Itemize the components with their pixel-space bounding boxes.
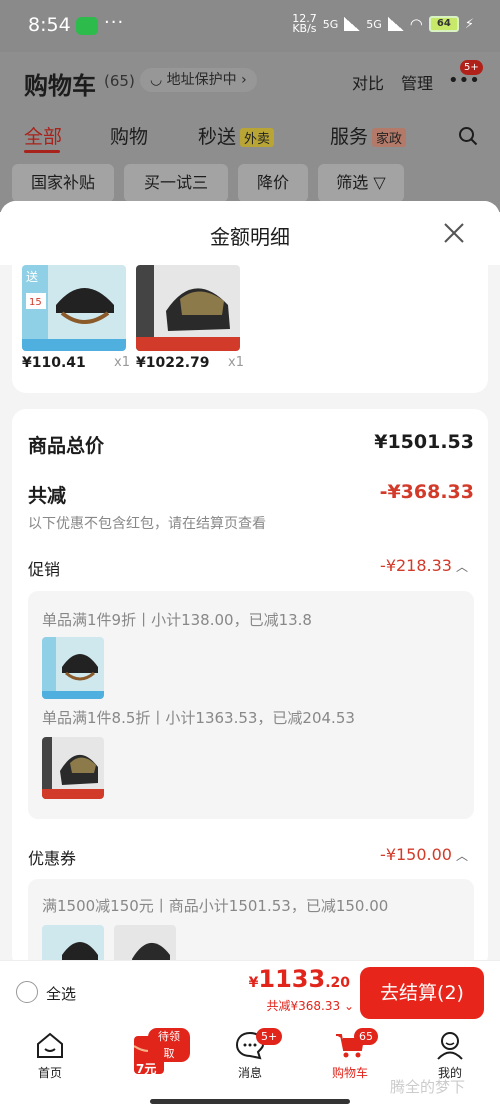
filter-chips: 国家补贴 买一试三 降价 筛选 ▽	[0, 164, 500, 202]
helmet-thumbnail[interactable]	[42, 925, 104, 961]
profile-icon	[437, 1032, 463, 1060]
total-price: ¥1133.20	[248, 965, 350, 993]
chip-buy-one-try-three[interactable]: 买一试三	[124, 164, 228, 202]
promotion-label: 促销	[28, 560, 61, 579]
address-protection-pill[interactable]: ◡ 地址保护中 ›	[140, 68, 257, 92]
tab-all[interactable]: 全部	[24, 122, 62, 149]
more-notifications-icon: ···	[104, 12, 125, 33]
wechat-icon	[76, 17, 98, 35]
coupon-line: 满1500减150元丨商品小计1501.53，已减150.00	[42, 897, 389, 915]
helmet-thumbnail[interactable]	[42, 637, 104, 699]
amount-detail-card: 商品总价 ¥1501.53 共减 -¥368.33 以下优惠不包含红包，请在结算…	[12, 409, 488, 961]
chevron-up-icon: ︿	[455, 560, 468, 574]
total-label: 商品总价	[28, 435, 105, 457]
signal-label-2: 5G	[366, 17, 382, 31]
helmet-thumbnail[interactable]	[42, 737, 104, 799]
cart-count: (65)	[104, 72, 135, 90]
search-icon[interactable]	[458, 126, 478, 146]
tab-service[interactable]: 服务 家政	[330, 122, 407, 149]
charging-icon: ⚡	[464, 16, 474, 32]
checkout-button[interactable]: 去结算(2)	[360, 967, 484, 1019]
chip-price-drop[interactable]: 降价	[238, 164, 308, 202]
bottom-tab-bar: 首页 7元 待领取 5+ 消息 65 购物车 我的	[0, 1024, 500, 1084]
promotion-line: 单品满1件8.5折丨小计1363.53，已减204.53	[42, 709, 355, 727]
sheet-header: 金额明细	[0, 201, 500, 265]
signal-label-1: 5G	[322, 17, 339, 31]
shield-icon: ◡	[150, 72, 163, 88]
tabbar-cart[interactable]: 65 购物车	[310, 1024, 390, 1084]
more-badge: 5+	[460, 60, 483, 75]
status-bar: 8:54 ··· 12.7 KB/s 5G 5G ◠ 64 ⚡	[0, 0, 500, 52]
svg-text:送: 送	[26, 269, 38, 284]
coupon-details: 满1500减150元丨商品小计1501.53，已减150.00	[28, 879, 474, 961]
signal-icon-2	[387, 17, 404, 31]
chevron-up-icon: ︿	[455, 849, 468, 863]
close-icon[interactable]	[442, 221, 466, 245]
tab-shopping[interactable]: 购物	[110, 122, 148, 149]
signal-icon	[344, 17, 361, 31]
home-indicator[interactable]	[150, 1099, 350, 1104]
helmet-image	[136, 265, 240, 351]
product-qty: x1	[114, 355, 130, 370]
wifi-icon: ◠	[409, 15, 423, 33]
amount-detail-sheet: 金额明细 送 15 ¥110.41 x1 ¥1022.79 x1 商品总价 ¥1…	[0, 201, 500, 961]
product-price: ¥110.41	[22, 355, 86, 371]
chip-national-subsidy[interactable]: 国家补贴	[12, 164, 114, 202]
compare-button[interactable]: 对比	[352, 70, 384, 94]
message-badge: 5+	[256, 1028, 283, 1045]
promotion-details: 单品满1件9折丨小计138.00，已减13.8 单品满1件8.5折丨小计1363…	[28, 591, 474, 819]
tabbar-me[interactable]: 我的	[410, 1024, 490, 1084]
coupon-value[interactable]: -¥150.00 ︿	[380, 845, 468, 864]
cart-tabs: 全部 购物 秒送 外卖 服务 家政	[0, 122, 500, 156]
home-icon	[37, 1032, 63, 1058]
svg-text:15: 15	[29, 297, 42, 308]
tab-instant[interactable]: 秒送 外卖	[198, 122, 275, 149]
red-packet-amount: 7元	[136, 1062, 157, 1076]
total-value: ¥1501.53	[374, 431, 474, 453]
discount-label: 共减	[28, 485, 67, 507]
tabbar-home[interactable]: 首页	[10, 1024, 90, 1084]
page-title: 购物车	[24, 72, 96, 100]
product-price: ¥1022.79	[136, 355, 210, 371]
helmet-thumbnail[interactable]	[114, 925, 176, 961]
cart-badge: 65	[354, 1028, 378, 1045]
watermark: 腾全的梦下	[390, 1078, 466, 1096]
select-all-label[interactable]: 全选	[46, 983, 76, 1004]
clock: 8:54	[28, 14, 71, 36]
saved-amount-toggle[interactable]: 共减¥368.33 ⌄	[267, 997, 355, 1014]
tabbar-messages[interactable]: 5+ 消息	[210, 1024, 290, 1084]
helmet-image: 送 15	[22, 265, 126, 351]
discount-note: 以下优惠不包含红包，请在结算页查看	[28, 516, 266, 532]
select-all-checkbox[interactable]	[16, 981, 38, 1003]
housekeeping-tag: 家政	[372, 128, 407, 147]
tabbar-red-packet[interactable]: 7元 待领取	[110, 1024, 190, 1084]
discount-value: -¥368.33	[379, 481, 474, 503]
tab-underline	[24, 150, 60, 153]
coupon-label: 优惠券	[28, 849, 77, 868]
sheet-title: 金额明细	[210, 225, 290, 249]
checkout-bar: 全选 ¥1133.20 共减¥368.33 ⌄ 去结算(2)	[0, 960, 500, 1024]
takeout-tag: 外卖	[240, 128, 275, 147]
promotion-line: 单品满1件9折丨小计138.00，已减13.8	[42, 611, 312, 629]
manage-button[interactable]: 管理	[401, 70, 433, 94]
battery-icon: 64	[428, 16, 459, 32]
chip-filter[interactable]: 筛选 ▽	[318, 164, 404, 202]
products-card: 送 15 ¥110.41 x1 ¥1022.79 x1	[12, 265, 488, 393]
cart-header-overlay: 购物车 (65) ◡ 地址保护中 › 对比 管理 ••• 5+ 全部 购物 秒送…	[0, 52, 500, 212]
to-claim-badge: 待领取	[148, 1028, 190, 1062]
net-speed: 12.7 KB/s	[292, 12, 317, 35]
status-icons: 12.7 KB/s 5G 5G ◠ 64 ⚡	[292, 12, 474, 35]
promotion-value[interactable]: -¥218.33 ︿	[380, 556, 468, 575]
product-qty: x1	[228, 355, 244, 370]
